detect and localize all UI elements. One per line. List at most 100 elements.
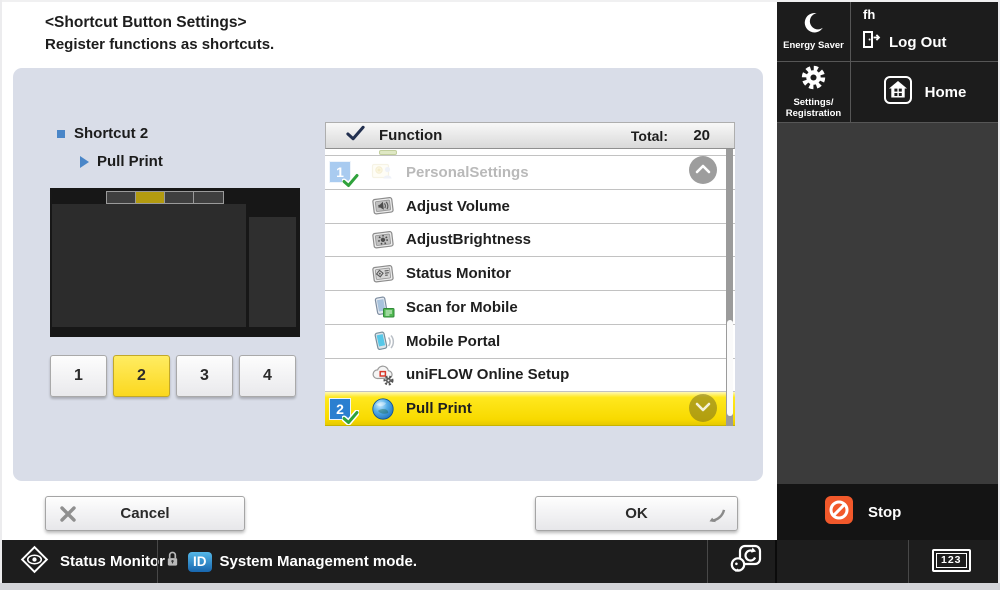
shortcut-number-badge: 2 — [329, 398, 351, 420]
function-list-item-label: uniFLOW Online Setup — [406, 366, 569, 383]
preview-slot — [194, 192, 223, 203]
status-monitor-button[interactable]: Status Monitor — [0, 540, 157, 583]
mobile-portal-icon — [369, 329, 397, 353]
system-message: System Management mode. — [220, 553, 418, 570]
divider — [908, 540, 909, 583]
personal-settings-icon — [369, 160, 397, 184]
stop-button[interactable]: Stop — [777, 484, 998, 540]
assigned-function-label: Pull Print — [80, 153, 163, 170]
shortcut-preview — [50, 188, 300, 337]
settings-label-line1: Settings/ — [793, 97, 833, 108]
close-x-icon — [59, 505, 77, 527]
total-value: 20 — [668, 127, 710, 144]
sidebar: Energy Saver fh Log Out Settings/Registr… — [777, 0, 998, 540]
numeric-keypad-button[interactable]: 123 — [932, 549, 971, 572]
counter-check-button[interactable] — [719, 540, 773, 583]
preview-shortcut-slots — [106, 191, 224, 204]
settings-label-line2: Registration — [786, 108, 841, 119]
chevron-down-icon — [694, 401, 712, 416]
total-label: Total: — [631, 128, 668, 144]
function-list-header: Function Total: 20 — [325, 122, 735, 149]
divider — [775, 540, 777, 583]
preview-slot — [165, 192, 194, 203]
screen-edge — [0, 0, 1000, 2]
auth-status: ID System Management mode. — [165, 540, 417, 583]
home-button[interactable]: Home — [851, 62, 998, 122]
moon-icon — [802, 11, 825, 39]
cancel-button[interactable]: Cancel — [45, 496, 245, 531]
ok-button-label: OK — [625, 505, 648, 522]
logged-in-user: fh — [863, 7, 875, 22]
function-list-item[interactable]: 2 Pull Print — [325, 392, 735, 426]
screen-edge — [0, 0, 2, 590]
chevron-up-icon — [694, 163, 712, 178]
square-bullet-icon — [57, 130, 65, 138]
preview-slot — [107, 192, 136, 203]
scroll-up-button[interactable] — [689, 156, 717, 184]
lock-icon — [165, 550, 180, 573]
assigned-function-text: Pull Print — [97, 153, 163, 170]
home-label: Home — [925, 84, 967, 101]
main-area: <Shortcut Button Settings> Register func… — [0, 0, 777, 540]
energy-saver-label: Energy Saver — [783, 41, 844, 52]
scrollbar[interactable] — [726, 149, 733, 426]
check-icon — [346, 125, 365, 146]
scroll-down-button[interactable] — [689, 394, 717, 422]
triangle-bullet-icon — [80, 156, 89, 168]
function-list-item-label: Mobile Portal — [406, 333, 500, 350]
adjust-brightness-icon — [369, 228, 397, 252]
divider — [707, 540, 708, 583]
preview-slot-active — [136, 192, 165, 203]
function-list-rows: 1 PersonalSettings Adjust Volume AdjustBrig… — [325, 156, 735, 426]
function-list-item[interactable]: AdjustBrightness — [325, 224, 735, 258]
divider — [157, 540, 158, 583]
cancel-button-label: Cancel — [120, 505, 169, 522]
log-out-button[interactable]: fh Log Out — [851, 2, 998, 61]
device-screen: <Shortcut Button Settings> Register func… — [0, 0, 1000, 590]
preview-main-area — [52, 204, 246, 327]
function-list-item[interactable]: uniFLOW Online Setup — [325, 359, 735, 393]
stop-label: Stop — [868, 504, 901, 521]
function-list-item[interactable]: 1 PersonalSettings — [325, 156, 735, 190]
function-list-item[interactable]: Adjust Volume — [325, 190, 735, 224]
stop-prohibition-icon — [825, 496, 853, 529]
function-list-item-label: PersonalSettings — [406, 164, 529, 181]
shortcut-button-group: 1234 — [50, 355, 296, 397]
shortcut-button-3[interactable]: 3 — [176, 355, 233, 397]
sidebar-grid: Energy Saver fh Log Out Settings/Registr… — [777, 2, 998, 123]
page-subtitle: Register functions as shortcuts. — [45, 36, 274, 53]
counter-refresh-icon — [728, 543, 764, 580]
uniflow-online-setup-icon — [369, 363, 397, 387]
function-list-item[interactable]: Status Monitor — [325, 257, 735, 291]
function-list-item-label: Adjust Volume — [406, 198, 510, 215]
function-column-header: Function — [379, 127, 442, 144]
page-title: <Shortcut Button Settings> — [45, 14, 247, 32]
numeric-keypad-label: 123 — [936, 553, 967, 568]
function-list-partial-row[interactable] — [325, 149, 735, 156]
energy-saver-button[interactable]: Energy Saver — [777, 2, 850, 61]
adjust-volume-icon — [369, 194, 397, 218]
function-list-item[interactable]: Scan for Mobile — [325, 291, 735, 325]
shortcut-button-2[interactable]: 2 — [113, 355, 170, 397]
scrollbar-thumb[interactable] — [727, 320, 733, 416]
settings-registration-button[interactable]: Settings/Registration — [777, 62, 850, 122]
shortcut-slot-text: Shortcut 2 — [74, 125, 148, 142]
shortcut-button-1[interactable]: 1 — [50, 355, 107, 397]
log-out-label: Log Out — [889, 34, 946, 51]
screen-edge — [0, 583, 1000, 590]
shortcut-number-badge: 1 — [329, 161, 351, 183]
ok-button[interactable]: OK — [535, 496, 738, 531]
door-arrow-icon — [861, 29, 882, 55]
function-list-item-label: Pull Print — [406, 400, 472, 417]
function-list-item-label: Status Monitor — [406, 265, 511, 282]
function-list-item-label: Scan for Mobile — [406, 299, 518, 316]
function-list-item-label: AdjustBrightness — [406, 231, 531, 248]
scan-for-mobile-icon — [369, 295, 397, 319]
function-list-item[interactable]: Mobile Portal — [325, 325, 735, 359]
status-monitor-label: Status Monitor — [60, 553, 165, 570]
gear-icon — [800, 64, 827, 96]
function-list: Function Total: 20 1 PersonalSettings Adju… — [325, 122, 735, 426]
return-arrow-icon — [707, 508, 726, 527]
partial-icon-fragment — [379, 150, 397, 155]
shortcut-button-4[interactable]: 4 — [239, 355, 296, 397]
